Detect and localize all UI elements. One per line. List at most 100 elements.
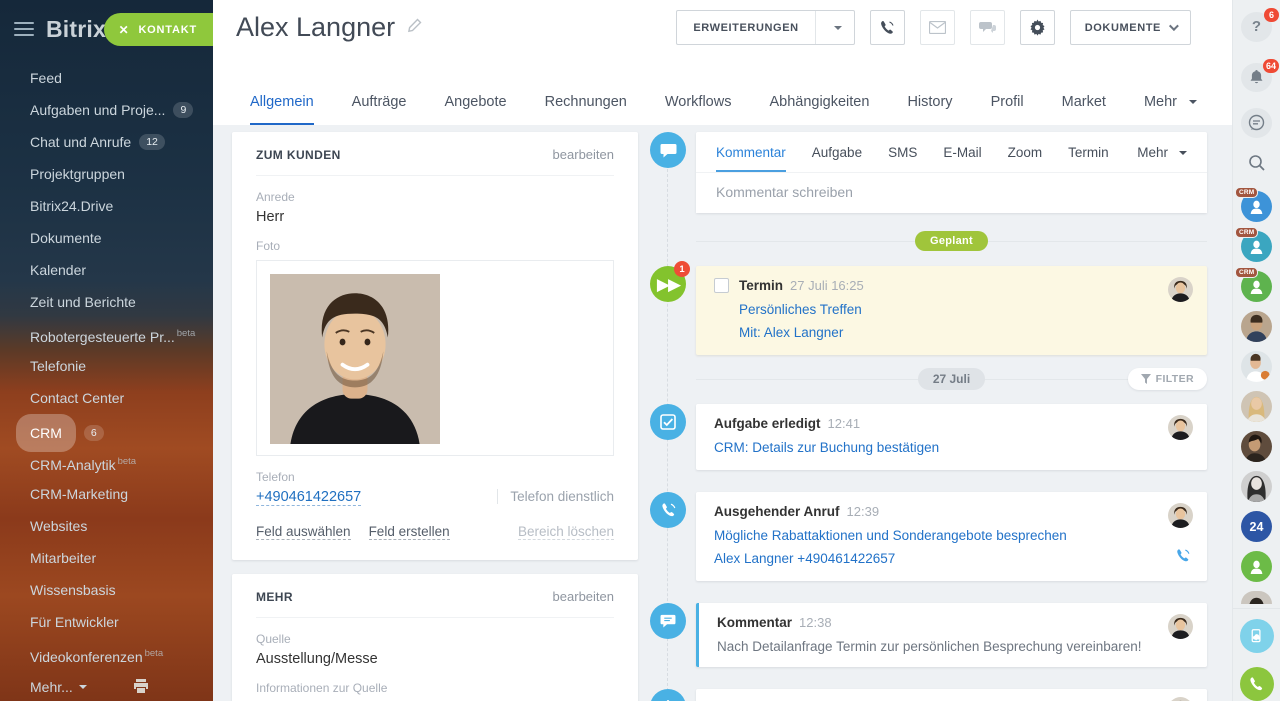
comment-input[interactable]	[696, 172, 1207, 213]
sidebar-item-aufgaben[interactable]: Aufgaben und Proje...9	[0, 94, 213, 126]
sidebar-item-crm[interactable]: CRM6	[0, 414, 213, 446]
termin-with-link[interactable]: Mit: Alex Langner	[739, 325, 843, 340]
page-header: Alex Langner ERWEITERUNGEN	[213, 0, 1232, 125]
tab-auftraege[interactable]: Aufträge	[352, 94, 407, 125]
termin-title-link[interactable]: Persönliches Treffen	[739, 302, 862, 317]
chat-button[interactable]	[970, 10, 1005, 45]
invite-user-avatar[interactable]	[1241, 551, 1272, 582]
beta-label: beta	[177, 328, 196, 339]
quelle-value: Ausstellung/Messe	[256, 651, 614, 667]
notifications-button[interactable]: 64	[1241, 63, 1272, 93]
feld-erstellen-link[interactable]: Feld erstellen	[369, 524, 450, 540]
sidebar-item-kalender[interactable]: Kalender	[0, 254, 213, 286]
entry-row-comment: Kommentar 12:38 Nach Detailanfrage Termi…	[650, 603, 1207, 667]
user-avatar[interactable]	[1241, 391, 1272, 422]
sidebar: Bitrix24 ✕ KONTAKT Feed Aufgaben und Pro…	[0, 0, 213, 701]
erweiterungen-dropdown[interactable]	[815, 11, 854, 44]
user-avatar-partial[interactable]	[1241, 591, 1272, 604]
composer-tab-kommentar[interactable]: Kommentar	[716, 145, 786, 172]
tab-angebote[interactable]: Angebote	[445, 94, 507, 125]
termin-card[interactable]: Termin 27 Juli 16:25 Persönliches Treffe…	[696, 266, 1207, 355]
search-button[interactable]	[1241, 149, 1272, 179]
printer-icon[interactable]	[133, 672, 149, 701]
composer-tab-termin[interactable]: Termin	[1068, 145, 1109, 172]
filter-button[interactable]: FILTER	[1128, 368, 1207, 390]
composer-tab-sms[interactable]: SMS	[888, 145, 917, 172]
phone-number-link[interactable]: +490461422657	[256, 489, 361, 506]
entry-card[interactable]: Kommentar 12:38 Nach Detailanfrage Termi…	[696, 603, 1207, 667]
telephony-button[interactable]	[1240, 667, 1274, 701]
sidebar-item-entwickler[interactable]: Für Entwickler	[0, 606, 213, 638]
user-avatar[interactable]	[1241, 431, 1272, 462]
phone-icon	[879, 20, 895, 36]
hamburger-menu-icon[interactable]	[14, 22, 34, 36]
help-button[interactable]: ? 6	[1241, 12, 1272, 42]
kontakt-button[interactable]: ✕ KONTAKT	[104, 13, 213, 46]
call-button[interactable]	[870, 10, 905, 45]
erweiterungen-label: ERWEITERUNGEN	[677, 22, 814, 34]
bitrix24-network-avatar[interactable]: 24	[1241, 511, 1272, 542]
sidebar-item-crm-analytik[interactable]: CRM-Analytikbeta	[0, 446, 213, 478]
user-avatar[interactable]	[1241, 471, 1272, 502]
entry-card[interactable]: Ausgehender Anruf 12:39 Mögliche Rabatta…	[696, 492, 1207, 581]
sidebar-item-contact-center[interactable]: Contact Center	[0, 382, 213, 414]
feld-auswaehlen-link[interactable]: Feld auswählen	[256, 524, 351, 540]
composer-tab-aufgabe[interactable]: Aufgabe	[812, 145, 862, 172]
sidebar-item-chat[interactable]: Chat und Anrufe12	[0, 126, 213, 158]
close-icon[interactable]: ✕	[119, 23, 130, 37]
entry-link[interactable]: CRM: Details zur Buchung bestätigen	[714, 440, 939, 455]
entry-card[interactable]: Aufgabe erledigt 12:41 CRM: Details zur …	[696, 404, 1207, 470]
composer-tab-email[interactable]: E-Mail	[943, 145, 981, 172]
tab-market[interactable]: Market	[1062, 94, 1106, 125]
termin-checkbox[interactable]	[714, 278, 729, 293]
bearbeiten-link[interactable]: bearbeiten	[553, 147, 614, 162]
sidebar-item-dokumente[interactable]: Dokumente	[0, 222, 213, 254]
sidebar-item-wissensbasis[interactable]: Wissensbasis	[0, 574, 213, 606]
tab-history[interactable]: History	[907, 94, 952, 125]
sidebar-item-zeit[interactable]: Zeit und Berichte	[0, 286, 213, 318]
email-button[interactable]	[920, 10, 955, 45]
geplant-divider: Geplant	[696, 230, 1207, 252]
foto-label: Foto	[256, 239, 614, 253]
crm-entity-avatar-teal[interactable]: CRM	[1241, 231, 1272, 262]
erweiterungen-button[interactable]: ERWEITERUNGEN	[676, 10, 854, 45]
entry-card[interactable]: Aufgabe erstellt: CRM: Details zur Buchu…	[696, 689, 1207, 701]
crm-entity-avatar-green[interactable]: CRM	[1241, 271, 1272, 302]
date-badge: 27 Juli	[918, 368, 985, 390]
sidebar-item-crm-marketing[interactable]: CRM-Marketing	[0, 478, 213, 510]
dokumente-button[interactable]: DOKUMENTE	[1070, 10, 1191, 45]
tab-profil[interactable]: Profil	[991, 94, 1024, 125]
sidebar-item-telefonie[interactable]: Telefonie	[0, 350, 213, 382]
sidebar-item-mehr[interactable]: Mehr...	[0, 670, 213, 701]
tab-rechnungen[interactable]: Rechnungen	[545, 94, 627, 125]
crm-entity-avatar-blue[interactable]: CRM	[1241, 191, 1272, 222]
mobile-app-button[interactable]	[1240, 619, 1274, 653]
composer-tab-zoom[interactable]: Zoom	[1008, 145, 1043, 172]
user-avatar[interactable]	[1241, 351, 1272, 382]
tab-mehr[interactable]: Mehr	[1144, 94, 1197, 125]
sidebar-item-websites[interactable]: Websites	[0, 510, 213, 542]
sidebar-item-projektgruppen[interactable]: Projektgruppen	[0, 158, 213, 190]
bearbeiten-link[interactable]: bearbeiten	[553, 589, 614, 604]
bereich-loeschen-link[interactable]: Bereich löschen	[518, 524, 614, 540]
callback-phone-icon[interactable]	[1175, 548, 1191, 569]
timeline-composer-row: Kommentar Aufgabe SMS E-Mail Zoom Termin…	[650, 132, 1207, 213]
settings-button[interactable]	[1020, 10, 1055, 45]
messenger-button[interactable]	[1241, 108, 1272, 138]
sidebar-item-rpa[interactable]: Robotergesteuerte Pr...beta	[0, 318, 213, 350]
entry-contact-link[interactable]: Alex Langner +490461422657	[714, 551, 895, 566]
tab-abhaengigkeiten[interactable]: Abhängigkeiten	[769, 94, 869, 125]
tab-workflows[interactable]: Workflows	[665, 94, 732, 125]
user-avatar[interactable]	[1241, 311, 1272, 342]
sidebar-item-feed[interactable]: Feed	[0, 62, 213, 94]
sidebar-item-videokonferenzen[interactable]: Videokonferenzenbeta	[0, 638, 213, 670]
avatar	[1168, 415, 1193, 440]
entry-link[interactable]: Mögliche Rabattaktionen und Sonderangebo…	[714, 528, 1067, 543]
sidebar-item-drive[interactable]: Bitrix24.Drive	[0, 190, 213, 222]
sidebar-item-mitarbeiter[interactable]: Mitarbeiter	[0, 542, 213, 574]
tab-allgemein[interactable]: Allgemein	[250, 94, 314, 125]
edit-title-pencil-icon[interactable]	[407, 18, 422, 38]
gear-icon	[1029, 19, 1046, 36]
composer-tab-mehr[interactable]: Mehr	[1137, 145, 1187, 172]
composer-card: Kommentar Aufgabe SMS E-Mail Zoom Termin…	[696, 132, 1207, 213]
